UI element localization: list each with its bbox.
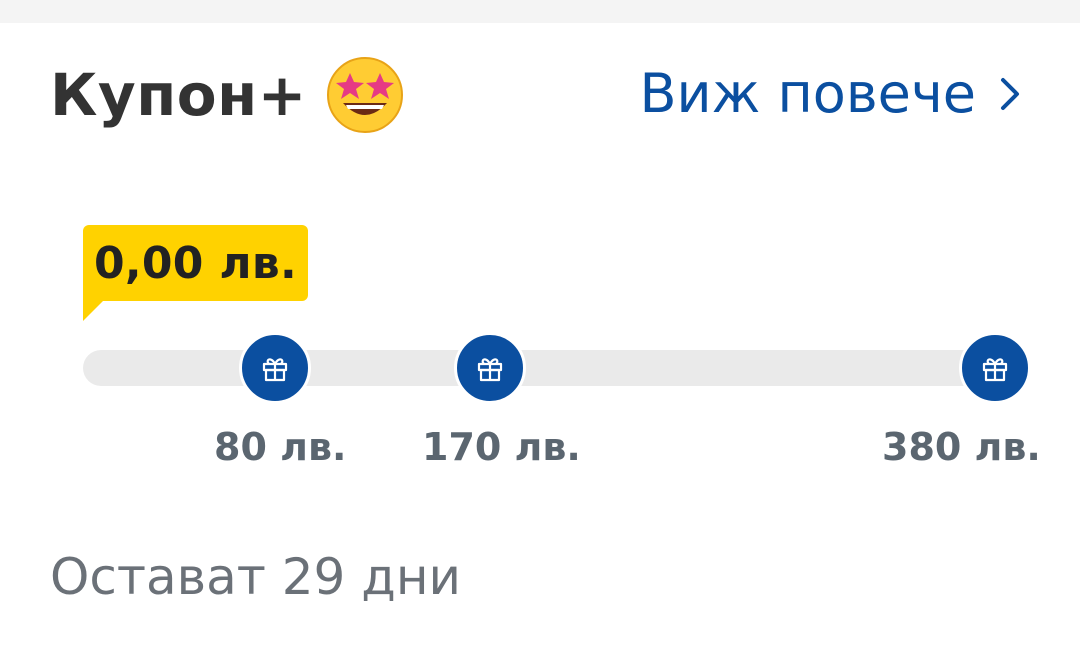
card-header: Купон+ [50,55,405,135]
gift-icon [262,358,288,382]
milestone-380-gift-button[interactable] [959,332,1031,404]
milestone-170-gift-button[interactable] [454,332,526,404]
current-amount-badge: 0,00 лв. [83,225,308,301]
badge-pointer [83,295,109,321]
milestone-label-80: 80 лв. [214,425,347,469]
days-remaining-text: Остават 29 дни [50,548,462,606]
progress-track [83,350,1028,386]
chevron-right-icon [1001,77,1019,110]
milestone-80-gift-button[interactable] [239,332,311,404]
gift-icon [982,358,1008,382]
current-amount: 0,00 лв. [93,237,298,289]
see-more-link[interactable]: Виж повече [640,62,1022,125]
card-title: Купон+ [50,61,307,129]
top-strip [0,0,1080,23]
see-more-label: Виж повече [639,62,976,125]
milestone-label-170: 170 лв. [422,425,581,469]
milestone-label-380: 380 лв. [882,425,1041,469]
star-struck-emoji-icon [325,55,405,135]
gift-icon [477,358,503,382]
